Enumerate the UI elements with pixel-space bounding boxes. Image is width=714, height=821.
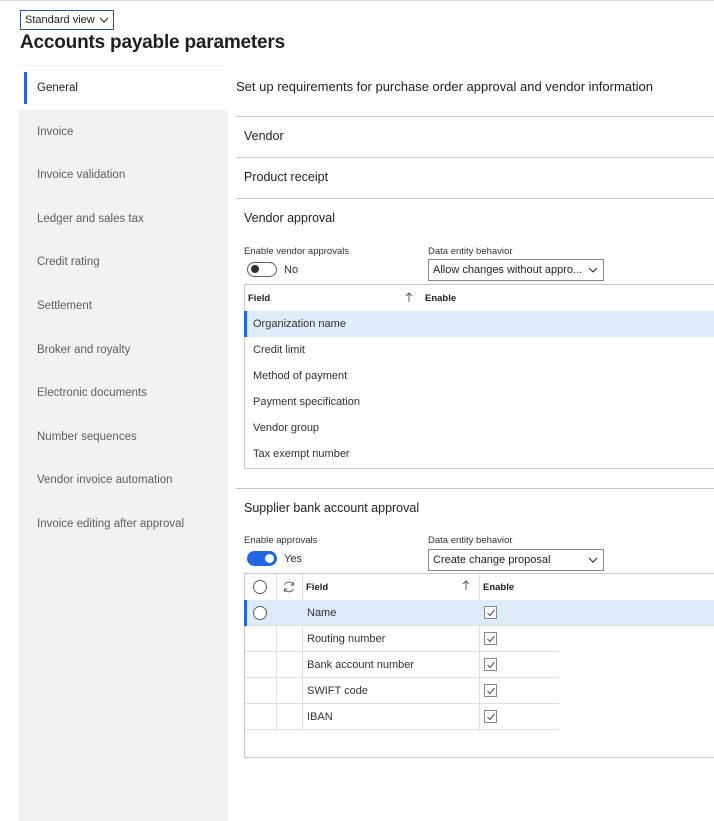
field-cell: IBAN bbox=[307, 711, 333, 723]
sidebar-item-ledger-sales-tax[interactable]: Ledger and sales tax bbox=[18, 197, 228, 241]
checkmark-icon bbox=[487, 687, 495, 695]
fasttab-vendor-approval: Vendor approval Enable vendor approvals … bbox=[236, 198, 714, 488]
table-row[interactable]: Tax exempt number bbox=[245, 441, 714, 467]
table-row[interactable]: IBAN bbox=[245, 704, 559, 730]
refresh-icon[interactable] bbox=[282, 580, 296, 594]
table-row[interactable]: Method of payment bbox=[245, 363, 714, 389]
enable-checkbox[interactable] bbox=[484, 710, 497, 723]
sort-ascending-icon[interactable] bbox=[405, 292, 413, 303]
fasttab-product-receipt-title: Product receipt bbox=[244, 170, 329, 184]
chevron-down-icon bbox=[588, 267, 598, 273]
enable-vendor-approvals-state: No bbox=[284, 264, 299, 276]
enable-checkbox[interactable] bbox=[484, 606, 497, 619]
data-entity-behavior-value: Create change proposal bbox=[433, 554, 551, 566]
sidebar-item-invoice-validation[interactable]: Invoice validation bbox=[18, 153, 228, 197]
sidebar-item-electronic-documents[interactable]: Electronic documents bbox=[18, 371, 228, 415]
section-description: Set up requirements for purchase order a… bbox=[236, 79, 653, 94]
data-entity-behavior-dropdown[interactable]: Create change proposal bbox=[428, 549, 604, 571]
field-cell: Tax exempt number bbox=[253, 448, 350, 460]
view-selector[interactable]: Standard view bbox=[20, 10, 114, 30]
top-divider bbox=[0, 0, 714, 1]
table-row[interactable]: Routing number bbox=[245, 626, 559, 652]
field-cell: Routing number bbox=[307, 633, 386, 645]
fasttab-vendor-title: Vendor bbox=[244, 129, 284, 143]
table-row[interactable]: Organization name bbox=[244, 311, 714, 337]
chevron-down-icon bbox=[99, 17, 109, 23]
column-header-enable[interactable]: Enable bbox=[425, 293, 456, 304]
data-entity-behavior-value: Allow changes without appro... bbox=[433, 264, 583, 276]
fasttab-vendor-approval-title[interactable]: Vendor approval bbox=[244, 211, 335, 225]
grid-header: Field Enable bbox=[245, 285, 714, 311]
fasttab-supplier-bank-approval: Supplier bank account approval Enable ap… bbox=[236, 488, 714, 788]
row-select-radio[interactable] bbox=[253, 606, 267, 620]
toggle-knob bbox=[265, 554, 274, 563]
bank-approval-grid: Field Enable Name Routing number Bank ac… bbox=[244, 573, 714, 758]
table-row[interactable]: Vendor group bbox=[245, 415, 714, 441]
sidebar-item-settlement[interactable]: Settlement bbox=[18, 284, 228, 328]
table-row[interactable]: Payment specification bbox=[245, 389, 714, 415]
enable-checkbox[interactable] bbox=[484, 658, 497, 671]
field-cell: Credit limit bbox=[253, 344, 305, 356]
vendor-approval-grid: Field Enable Organization name Credit li… bbox=[244, 284, 714, 469]
checkmark-icon bbox=[487, 635, 495, 643]
select-all-radio[interactable] bbox=[253, 580, 267, 594]
enable-checkbox[interactable] bbox=[484, 632, 497, 645]
checkmark-icon bbox=[487, 661, 495, 669]
page-title: Accounts payable parameters bbox=[20, 32, 285, 53]
enable-checkbox[interactable] bbox=[484, 684, 497, 697]
field-cell: Organization name bbox=[253, 318, 346, 330]
column-header-field[interactable]: Field bbox=[248, 293, 270, 304]
enable-vendor-approvals-label: Enable vendor approvals bbox=[244, 246, 350, 257]
field-cell: SWIFT code bbox=[307, 685, 368, 697]
field-cell: Vendor group bbox=[253, 422, 320, 434]
fasttab-vendor[interactable]: Vendor bbox=[236, 116, 714, 157]
sidebar-item-number-sequences[interactable]: Number sequences bbox=[18, 415, 228, 459]
field-cell: Payment specification bbox=[253, 396, 360, 408]
data-entity-behavior-dropdown[interactable]: Allow changes without appro... bbox=[428, 259, 604, 281]
sidebar: General Invoice Invoice validation Ledge… bbox=[18, 65, 228, 821]
sidebar-item-invoice-editing[interactable]: Invoice editing after approval bbox=[18, 502, 228, 546]
checkmark-icon bbox=[487, 609, 495, 617]
chevron-down-icon bbox=[588, 557, 598, 563]
sidebar-item-vendor-invoice-automation[interactable]: Vendor invoice automation bbox=[18, 458, 228, 502]
sidebar-item-general[interactable]: General bbox=[18, 66, 228, 110]
table-row[interactable]: Bank account number bbox=[245, 652, 559, 678]
column-header-enable[interactable]: Enable bbox=[483, 582, 514, 593]
main-content: Set up requirements for purchase order a… bbox=[228, 65, 714, 821]
enable-approvals-label: Enable approvals bbox=[244, 535, 318, 546]
column-header-field[interactable]: Field bbox=[306, 582, 328, 593]
enable-vendor-approvals-toggle[interactable] bbox=[247, 262, 277, 277]
fasttab-supplier-bank-approval-title[interactable]: Supplier bank account approval bbox=[244, 501, 419, 515]
field-cell: Name bbox=[307, 607, 337, 619]
view-selector-label: Standard view bbox=[25, 14, 95, 26]
table-row[interactable]: SWIFT code bbox=[245, 678, 559, 704]
enable-approvals-state: Yes bbox=[284, 553, 302, 565]
checkmark-icon bbox=[487, 713, 495, 721]
fasttab-product-receipt[interactable]: Product receipt bbox=[236, 157, 714, 198]
field-cell: Method of payment bbox=[253, 370, 348, 382]
sidebar-item-broker-royalty[interactable]: Broker and royalty bbox=[18, 328, 228, 372]
data-entity-behavior-label: Data entity behavior bbox=[428, 246, 513, 257]
sort-ascending-icon[interactable] bbox=[462, 580, 470, 591]
enable-approvals-toggle[interactable] bbox=[247, 551, 277, 566]
toggle-knob bbox=[251, 265, 259, 273]
sidebar-item-invoice[interactable]: Invoice bbox=[18, 110, 228, 154]
table-row[interactable]: Name bbox=[244, 600, 714, 626]
data-entity-behavior-label: Data entity behavior bbox=[428, 535, 513, 546]
table-row[interactable]: Credit limit bbox=[245, 337, 714, 363]
sidebar-item-credit-rating[interactable]: Credit rating bbox=[18, 240, 228, 284]
field-cell: Bank account number bbox=[307, 659, 415, 671]
